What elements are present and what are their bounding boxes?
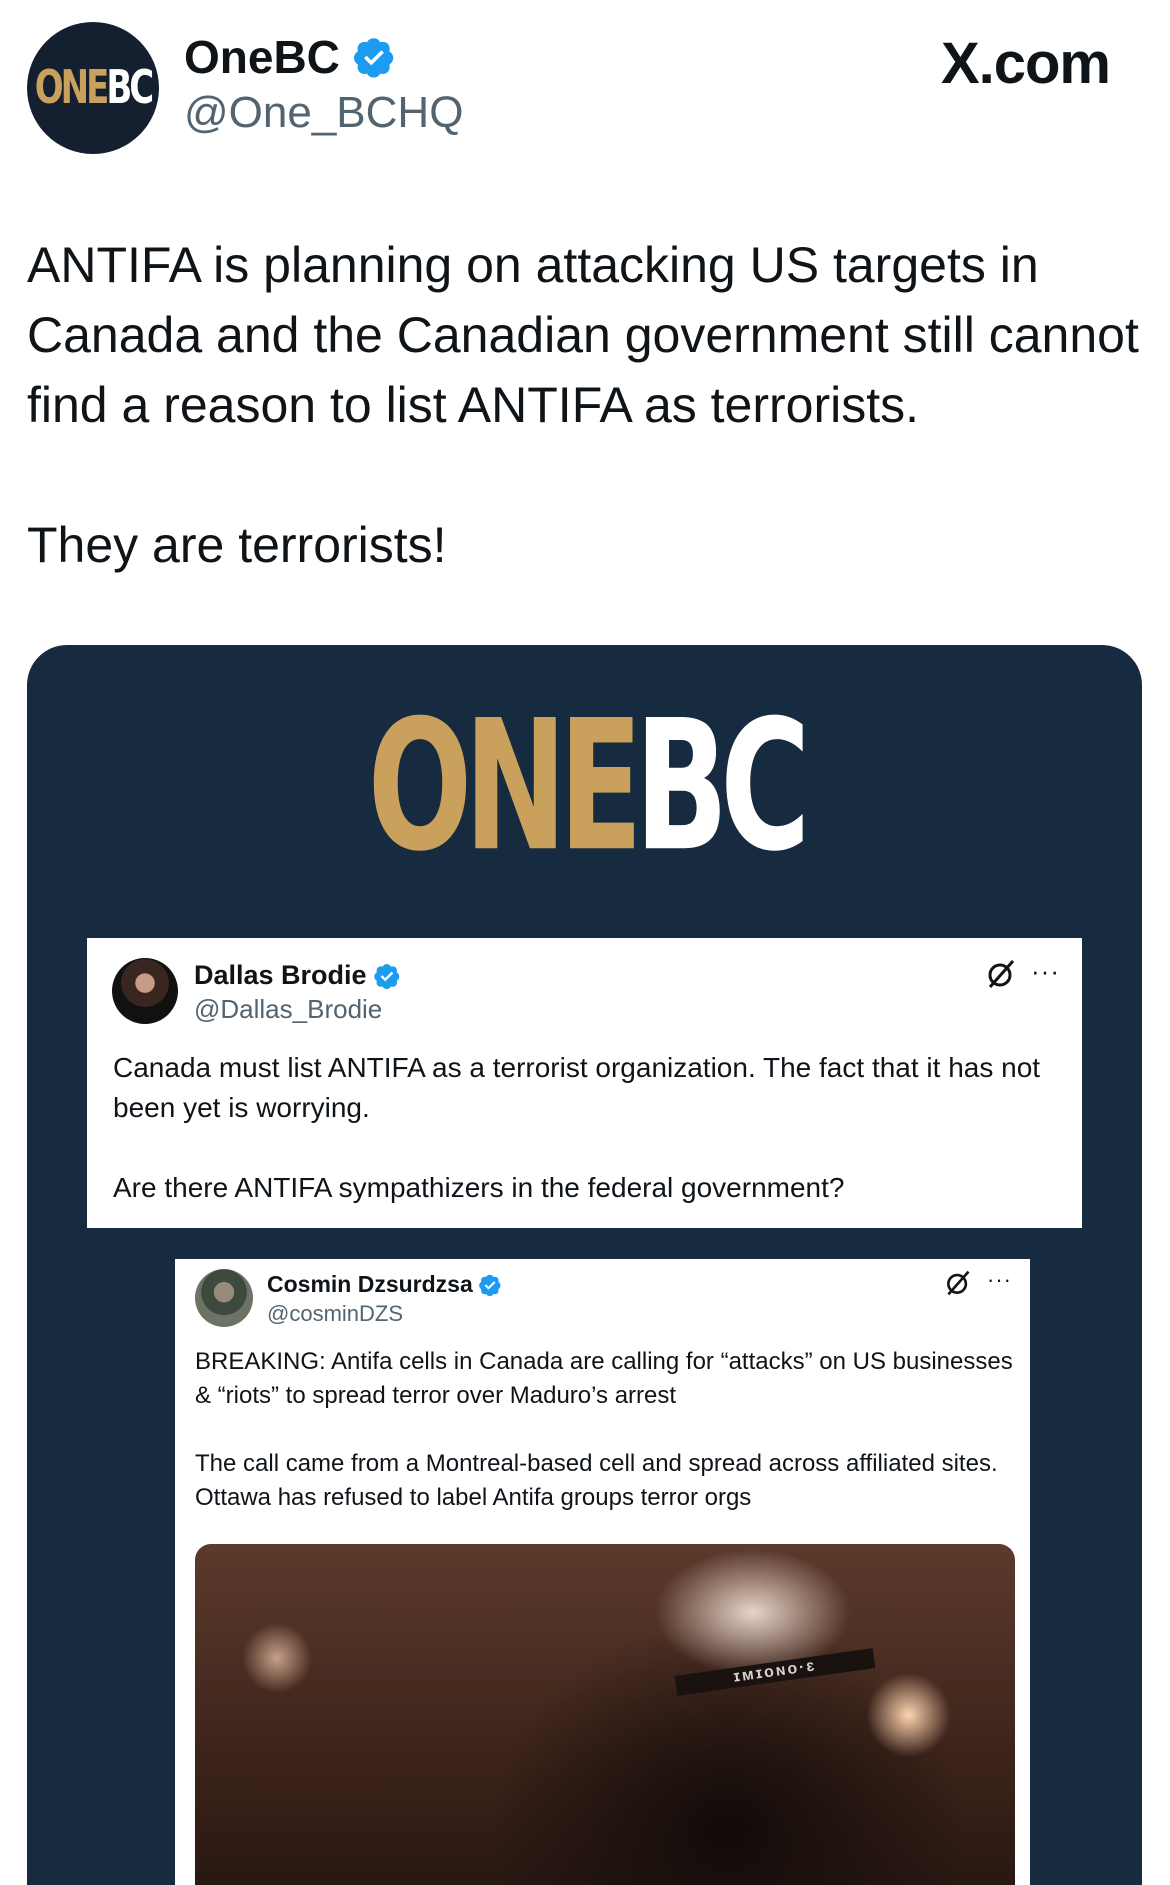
site-watermark: X.com (940, 31, 1111, 96)
logo-bc: BC (634, 682, 810, 892)
logo-one: ONE (367, 682, 642, 892)
quote-text: BREAKING: Antifa cells in Canada are cal… (195, 1345, 1015, 1515)
quote-author-name: Cosmin Dzsurdzsa (267, 1271, 473, 1297)
tweet-body: ANTIFA is planning on attacking US targe… (27, 230, 1147, 580)
quote-paragraph-1: BREAKING: Antifa cells in Canada are cal… (195, 1348, 1013, 1409)
display-name-row[interactable]: OneBC (184, 30, 396, 84)
quoted-tweet-dallas-brodie: Dallas Brodie @Dallas_Brodie ··· Canada … (87, 938, 1082, 1228)
verified-badge-icon (353, 38, 394, 78)
quote-paragraph-1: Canada must list ANTIFA as a terrorist o… (113, 1052, 1041, 1123)
verified-badge-icon (478, 1274, 501, 1296)
avatar-logo-one: ONE (34, 61, 110, 115)
photo-headband-text: ɪᴍɪᴏɴᴏ·ɛ (674, 1648, 876, 1696)
more-options-icon: ··· (987, 1267, 1012, 1292)
quote-author-handle: @cosminDZS (267, 1301, 404, 1326)
quote-paragraph-2: Are there ANTIFA sympathizers in the fed… (113, 1172, 845, 1203)
quote-text: Canada must list ANTIFA as a terrorist o… (113, 1048, 1063, 1208)
quote-photo: ɪᴍɪᴏɴᴏ·ɛ (195, 1544, 1015, 1885)
avatar (195, 1269, 253, 1327)
grok-icon (988, 960, 1015, 988)
quote-author-name: Dallas Brodie (194, 960, 367, 990)
grok-icon (947, 1270, 970, 1296)
quote-paragraph-2: The call came from a Montreal-based cell… (195, 1450, 998, 1511)
user-handle[interactable]: @One_BCHQ (184, 88, 463, 138)
quote-author-handle: @Dallas_Brodie (194, 994, 383, 1024)
verified-badge-icon (373, 963, 399, 989)
profile-avatar[interactable]: ONEBC (27, 22, 159, 154)
more-options-icon: ··· (1031, 956, 1060, 986)
tweet-paragraph-2: They are terrorists! (27, 517, 447, 573)
quote-author-name-row: Cosmin Dzsurdzsa (267, 1271, 502, 1298)
quote-author-name-row: Dallas Brodie (194, 960, 401, 991)
display-name[interactable]: OneBC (184, 30, 340, 84)
tweet-media-image[interactable]: ONEBC Dallas Brodie @Dallas_Brodie ··· C… (27, 645, 1142, 1885)
onebc-logo: ONEBC (27, 683, 1142, 892)
tweet-paragraph-1: ANTIFA is planning on attacking US targe… (27, 237, 1139, 433)
avatar (112, 958, 178, 1024)
quoted-tweet-cosmin-dzsurdzsa: Cosmin Dzsurdzsa @cosminDZS ··· BREAKING… (175, 1259, 1030, 1885)
avatar-logo-bc: BC (106, 61, 154, 115)
